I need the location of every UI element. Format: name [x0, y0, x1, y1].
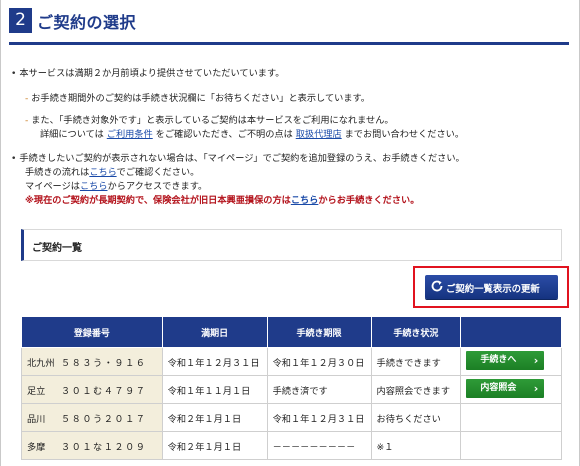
mypage-link[interactable]: こちら [80, 181, 108, 192]
bullet-icon: • [11, 68, 17, 79]
note-1: • 本サービスは満期２か月前頃より提供させていただいています。 [11, 66, 284, 81]
note-2-text: お手続き期間外のご契約は手続き状況欄に「お待ちください」と表示しています。 [31, 93, 370, 104]
plate-region: 北九州 [27, 357, 55, 369]
expiry-cell: 令和２年１月１日 [161, 431, 268, 460]
col-action [460, 316, 562, 348]
warning-note: ※現在のご契約が長期契約で、保険会社が旧日本興亜損保の方はこちらからお手続きくだ… [25, 193, 419, 208]
section-header: 2 ご契約の選択 [1, 0, 579, 48]
warning-text-b: からお手続きください。 [318, 195, 420, 206]
note-6-text-b: でご確認ください。 [116, 167, 200, 178]
expiry-cell: 令和１年１１月１日 [161, 375, 268, 404]
expiry-cell: 令和２年１月１日 [161, 403, 268, 432]
terms-of-use-link[interactable]: ご利用条件 [107, 129, 153, 140]
status-cell: お待ちください [370, 403, 462, 432]
plate-number: ５８０う２０１７ [61, 413, 147, 425]
procedure-flow-link[interactable]: こちら [89, 167, 116, 178]
plate-region: 足立 [27, 385, 46, 397]
table-row: 品川 ５８０う２０１７ 令和２年１月１日 令和１年１２月３１日 お待ちください [21, 403, 562, 432]
registration-cell: 北九州 ５８３う・９１６ [21, 347, 163, 376]
note-3: - また、「手続き対象外です」と表示しているご契約は本サービスをご利用になれませ… [25, 113, 394, 128]
action-cell: 内容照会 › [460, 375, 562, 404]
chevron-right-icon: › [533, 381, 539, 395]
page-title: ご契約の選択 [37, 13, 137, 32]
table-row: 北九州 ５８３う・９１６ 令和１年１２月３１日 令和１年１２月３０日 手続きできま… [21, 347, 562, 376]
table-header-row: 登録番号 満期日 手続き期限 手続き状況 [21, 316, 562, 348]
note-3-text: また、「手続き対象外です」と表示しているご契約は本サービスをご利用になれません。 [31, 115, 394, 126]
view-details-button[interactable]: 内容照会 › [466, 378, 545, 398]
agency-link[interactable]: 取扱代理店 [296, 129, 342, 140]
note-1-text: 本サービスは満期２か月前頃より提供させていただいています。 [19, 68, 285, 79]
note-6-text-a: 手続きの流れは [25, 167, 90, 178]
contract-selection-page: 2 ご契約の選択 • 本サービスは満期２か月前頃より提供させていただいています。… [0, 0, 580, 466]
plate-number: ３０１な１２０９ [61, 441, 147, 453]
status-cell: 内容照会できます [370, 375, 462, 404]
proceed-button-label: 手続きへ [480, 354, 517, 365]
note-7-text-a: マイページは [25, 181, 80, 192]
deadline-cell: 令和１年１２月３０日 [266, 347, 372, 376]
deadline-cell: 手続き済です [266, 375, 372, 404]
warning-text-a: ※現在のご契約が長期契約で、保険会社が旧日本興亜損保の方は [25, 195, 291, 206]
plate-region: 品川 [27, 413, 46, 425]
note-7: マイページはこちらからアクセスできます。 [25, 179, 207, 194]
action-cell [460, 431, 562, 460]
registration-cell: 品川 ５８０う２０１７ [21, 403, 163, 432]
step-number-badge: 2 [9, 8, 32, 33]
contract-list-panel: ご契約一覧 [21, 229, 562, 261]
note-4: 詳細については ご利用条件 をご確認いただき、ご不明の点は 取扱代理店 までお問… [40, 127, 464, 142]
registration-cell: 多摩 ３０１な１２０９ [21, 431, 163, 460]
status-cell: ※１ [370, 431, 462, 460]
col-registration-number: 登録番号 [21, 316, 163, 348]
table-row: 足立 ３０１む４７９７ 令和１年１１月１日 手続き済です 内容照会できます 内容照… [21, 375, 562, 404]
plate-number: ３０１む４７９７ [61, 385, 147, 397]
contract-table: 登録番号 満期日 手続き期限 手続き状況 北九州 ５８３う・９１６ 令和１年１２月… [21, 316, 562, 460]
view-details-button-label: 内容照会 [480, 382, 517, 393]
col-deadline: 手続き期限 [266, 316, 372, 348]
note-5-text: 手続きしたいご契約が表示されない場合は、「マイページ」でご契約を追加登録のうえ、… [19, 153, 465, 164]
expiry-cell: 令和１年１２月３１日 [161, 347, 268, 376]
refresh-contract-list-button[interactable]: ご契約一覧表示の更新 [425, 275, 558, 299]
note-7-text-b: からアクセスできます。 [107, 181, 208, 192]
note-4-text-b: をご確認いただき、ご不明の点は [155, 129, 293, 140]
note-5: • 手続きしたいご契約が表示されない場合は、「マイページ」でご契約を追加登録のう… [11, 151, 465, 166]
plate-number: ５８３う・９１６ [61, 357, 147, 369]
proceed-button[interactable]: 手続きへ › [466, 350, 545, 370]
col-expiry-date: 満期日 [161, 316, 268, 348]
legacy-contract-link[interactable]: こちら [291, 195, 319, 206]
note-2: - お手続き期間外のご契約は手続き状況欄に「お待ちください」と表示しています。 [25, 91, 370, 106]
contract-list-title: ご契約一覧 [32, 243, 82, 254]
refresh-icon [431, 280, 443, 292]
action-cell [460, 403, 562, 432]
refresh-button-label: ご契約一覧表示の更新 [446, 284, 540, 295]
dash-icon: - [25, 93, 29, 104]
header-divider [9, 42, 569, 45]
deadline-cell: 令和１年１２月３１日 [266, 403, 372, 432]
plate-region: 多摩 [27, 441, 46, 453]
note-6: 手続きの流れはこちらでご確認ください。 [25, 165, 199, 180]
chevron-right-icon: › [533, 353, 539, 367]
col-status: 手続き状況 [370, 316, 462, 348]
note-4-text-a: 詳細については [40, 129, 104, 140]
status-cell: 手続きできます [370, 347, 462, 376]
note-4-text-c: までお問い合わせください。 [344, 129, 465, 140]
bullet-icon: • [11, 153, 17, 164]
deadline-cell: －－－－－－－－－ [266, 431, 372, 460]
dash-icon: - [25, 115, 29, 126]
registration-cell: 足立 ３０１む４７９７ [21, 375, 163, 404]
table-row: 多摩 ３０１な１２０９ 令和２年１月１日 －－－－－－－－－ ※１ [21, 431, 562, 460]
action-cell: 手続きへ › [460, 347, 562, 376]
